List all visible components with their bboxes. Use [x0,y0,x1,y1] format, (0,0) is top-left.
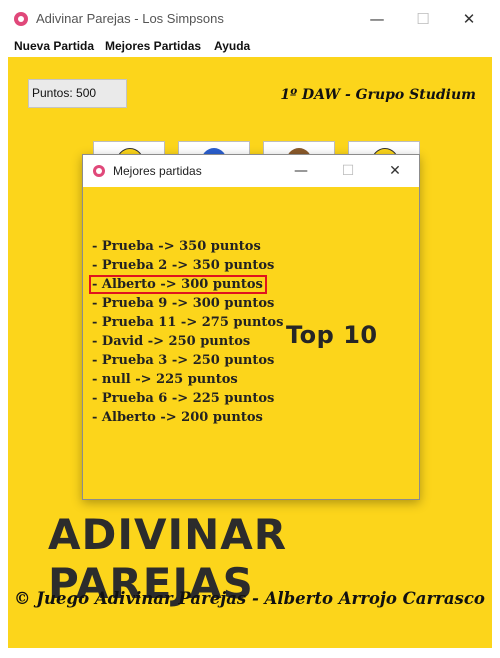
donut-app-icon [93,165,105,177]
score-display: Puntos: 500 [28,79,127,108]
menu-ayuda[interactable]: Ayuda [214,39,250,53]
ranking-item: - Prueba 9 -> 300 puntos [92,296,275,311]
menu-nueva-partida[interactable]: Nueva Partida [14,39,94,53]
ranking-list: - Prueba -> 350 puntos - Prueba 2 -> 350… [89,237,284,427]
ranking-item-highlighted: - Alberto -> 300 puntos [89,275,283,294]
group-label: 1º DAW - Grupo Studium [280,87,476,103]
ranking-item: - null -> 225 puntos [92,372,238,387]
window-title: Adivinar Parejas - Los Simpsons [36,11,224,26]
maximize-button[interactable]: ☐ [400,7,446,31]
ranking-item: - Prueba 3 -> 250 puntos [92,353,275,368]
ranking-item: - Prueba -> 350 puntos [92,239,261,254]
ranking-item: - Prueba 2 -> 350 puntos [92,258,275,273]
best-games-dialog: Mejores partidas — ☐ ✕ - Prueba -> 350 p… [82,154,420,500]
menu-mejores-partidas[interactable]: Mejores Partidas [105,39,201,53]
donut-app-icon [14,12,28,26]
dialog-close-button[interactable]: ✕ [375,159,415,183]
ranking-item: - Alberto -> 200 puntos [92,410,263,425]
ranking-item: - David -> 250 puntos [92,334,251,349]
dialog-title: Mejores partidas [113,164,202,178]
ranking-item: - Prueba 11 -> 275 puntos [92,315,284,330]
menu-bar: Nueva Partida Mejores Partidas Ayuda [0,38,500,57]
credit-text: © Juego Adivinar Parejas - Alberto Arroj… [14,589,485,608]
window-titlebar[interactable]: Adivinar Parejas - Los Simpsons — ☐ ✕ [0,0,500,38]
dialog-maximize-button[interactable]: ☐ [328,159,368,183]
dialog-minimize-button[interactable]: — [281,159,321,183]
ranking-item: - Prueba 6 -> 225 puntos [92,391,275,406]
minimize-button[interactable]: — [354,7,400,31]
dialog-titlebar[interactable]: Mejores partidas — ☐ ✕ [83,155,419,187]
top10-heading: Top 10 [286,321,378,349]
close-button[interactable]: ✕ [446,7,492,31]
